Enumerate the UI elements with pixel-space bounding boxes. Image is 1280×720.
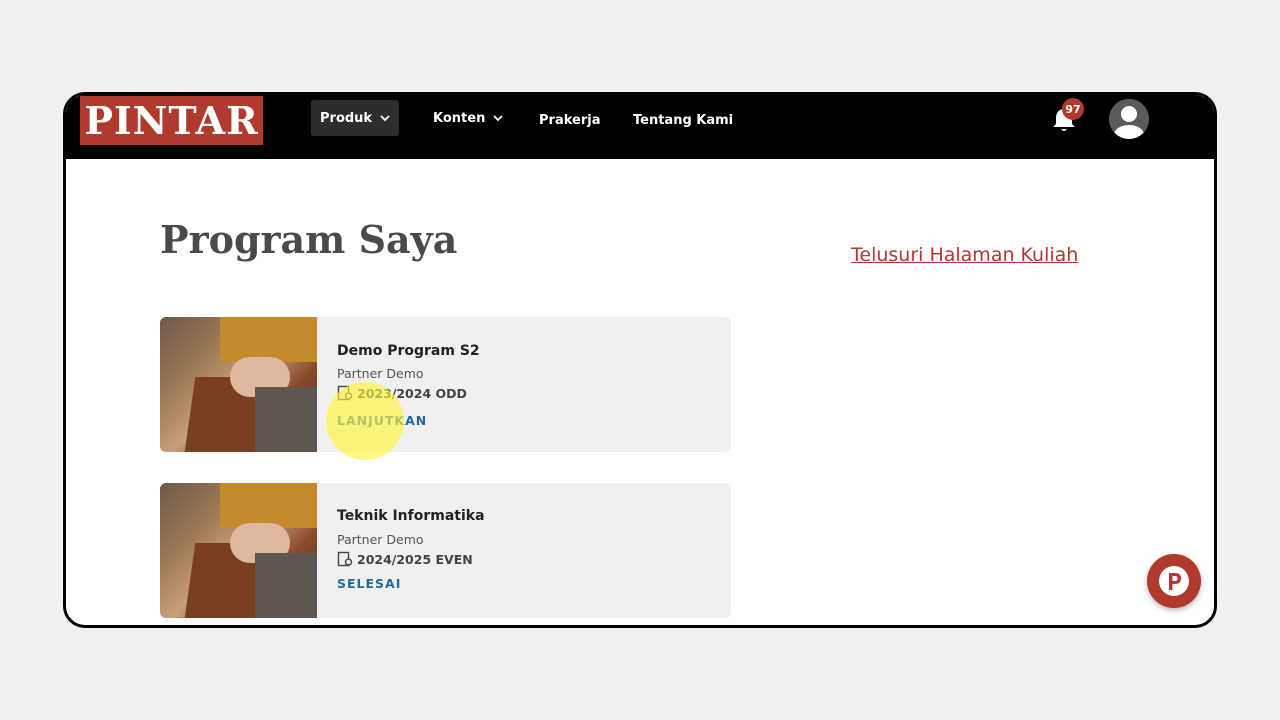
avatar[interactable] (1109, 99, 1149, 139)
page-title: Program Saya (160, 217, 458, 262)
nav-produk[interactable]: Produk (311, 100, 400, 136)
program-card[interactable]: Teknik Informatika Partner Demo 2024/202… (160, 483, 731, 618)
chevron-down-icon (493, 115, 503, 122)
nav-tentang-kami-label: Tentang Kami (633, 112, 734, 128)
user-icon (1109, 99, 1149, 139)
navbar: PINTAR Produk Konten Prakerja Tentang Ka… (66, 95, 1214, 159)
pintar-logo[interactable]: PINTAR (80, 96, 263, 145)
app-window: PINTAR Produk Konten Prakerja Tentang Ka… (63, 92, 1217, 628)
program-thumbnail (160, 483, 317, 618)
program-thumbnail (160, 317, 317, 452)
nav-konten-label: Konten (433, 110, 486, 126)
nav-konten[interactable]: Konten (433, 100, 503, 136)
nav-produk-label: Produk (320, 110, 373, 126)
chat-fab-button[interactable] (1147, 554, 1201, 608)
program-title: Demo Program S2 (337, 343, 480, 359)
program-term: 2023/2024 ODD (337, 385, 467, 401)
nav-tentang-kami[interactable]: Tentang Kami (633, 102, 733, 138)
program-card[interactable]: Demo Program S2 Partner Demo 2023/2024 O… (160, 317, 731, 452)
pintar-p-icon (1159, 566, 1189, 596)
browse-courses-link[interactable]: Telusuri Halaman Kuliah (851, 244, 1078, 266)
nav-prakerja[interactable]: Prakerja (539, 102, 600, 138)
program-partner: Partner Demo (337, 532, 424, 547)
calendar-icon (337, 385, 353, 401)
continue-button[interactable]: LANJUTKAN (337, 413, 427, 428)
notification-badge: 97 (1062, 98, 1084, 120)
program-term: 2024/2025 EVEN (337, 551, 473, 567)
program-term-label: 2023/2024 ODD (357, 385, 467, 401)
chevron-down-icon (380, 115, 390, 122)
program-partner: Partner Demo (337, 366, 424, 381)
finished-button[interactable]: SELESAI (337, 576, 401, 591)
program-term-label: 2024/2025 EVEN (357, 551, 473, 567)
program-title: Teknik Informatika (337, 508, 485, 524)
calendar-icon (337, 551, 353, 567)
nav-prakerja-label: Prakerja (539, 112, 601, 128)
